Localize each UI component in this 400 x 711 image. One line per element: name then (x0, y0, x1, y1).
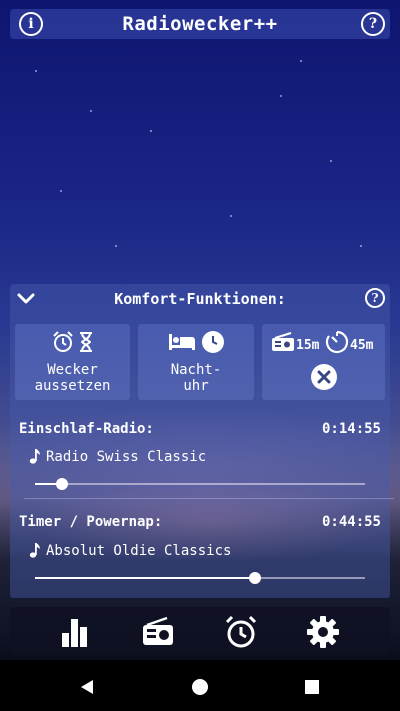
alarm-clock-icon (53, 331, 73, 352)
help-icon[interactable]: ? (361, 12, 385, 36)
skip-alarm-button[interactable]: Wecker aussetzen (15, 324, 130, 400)
sleep-radio-slider[interactable] (35, 483, 365, 485)
clock-icon (202, 331, 224, 353)
statistics-icon[interactable] (58, 615, 92, 649)
music-note-icon (29, 543, 40, 558)
timer-duration: 45m (350, 338, 374, 353)
powernap-time: 0:44:55 (321, 514, 381, 530)
skip-alarm-label-line1: Wecker (47, 362, 98, 378)
timer-icon (325, 330, 349, 354)
recents-icon[interactable] (305, 680, 319, 694)
radio-icon[interactable] (141, 615, 175, 649)
panel-title: Komfort-Funktionen: (114, 290, 286, 308)
night-clock-button[interactable]: Nacht- uhr (138, 324, 254, 400)
back-icon[interactable] (80, 679, 94, 695)
sleep-radio-title: Einschlaf-Radio: (19, 421, 154, 437)
bottom-navigation (10, 607, 390, 655)
skip-alarm-label-line2: aussetzen (34, 378, 111, 394)
hourglass-icon (80, 332, 92, 352)
sleep-radio-time: 0:14:55 (321, 421, 381, 437)
settings-gear-icon[interactable] (306, 615, 340, 649)
cancel-circle-icon (311, 364, 337, 390)
sleep-radio-station: Radio Swiss Classic (46, 449, 207, 465)
sleep-radio-slider-thumb[interactable] (56, 478, 68, 490)
radio-duration: 15m (296, 338, 320, 353)
alarm-clock-icon[interactable] (224, 615, 258, 649)
powernap-title: Timer / Powernap: (19, 514, 163, 530)
powernap-slider-thumb[interactable] (249, 572, 261, 584)
radio-icon (272, 332, 294, 351)
app-top-bar: i Radiowecker++ ? (10, 9, 390, 39)
panel-help-icon[interactable]: ? (365, 288, 385, 308)
powernap-station: Absolut Oldie Classics (46, 543, 232, 559)
music-note-icon (29, 449, 40, 464)
panel-header: Komfort-Funktionen: ? (10, 284, 390, 314)
home-icon[interactable] (192, 679, 208, 695)
powernap-slider-fill (35, 577, 256, 579)
night-clock-label-line2: uhr (183, 378, 209, 394)
bed-icon (169, 334, 195, 350)
app-title: Radiowecker++ (122, 13, 278, 35)
night-clock-label-line1: Nacht- (170, 362, 222, 378)
cancel-timers-button[interactable]: 15m 45m (262, 324, 385, 400)
system-navigation-bar (0, 660, 400, 711)
section-divider (24, 498, 394, 499)
comfort-functions-panel: Komfort-Funktionen: ? Wecker aussetzen N (10, 284, 394, 598)
